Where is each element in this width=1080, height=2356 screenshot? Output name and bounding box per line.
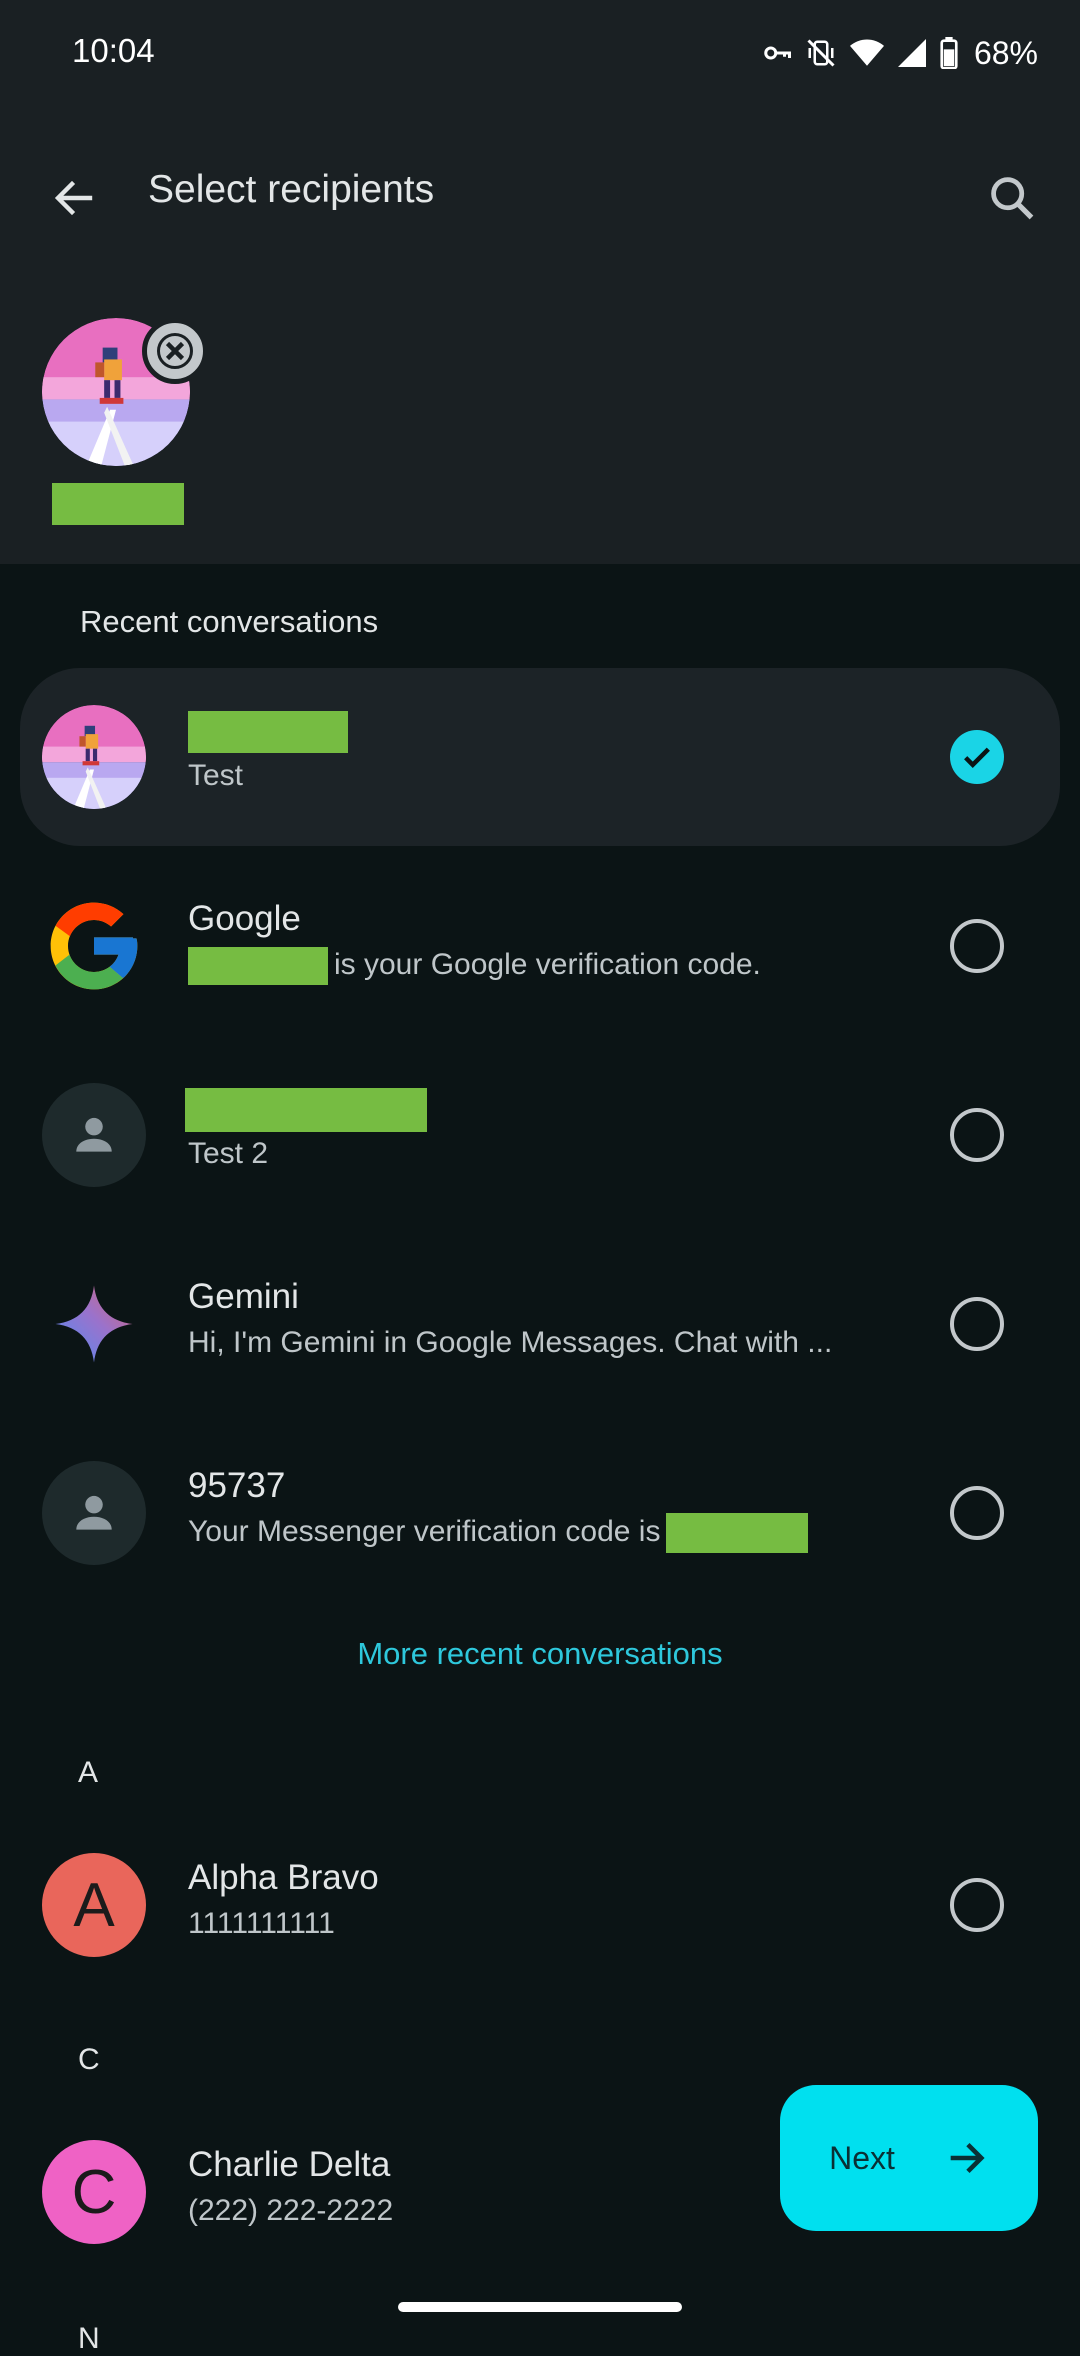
row-text: Gemini Hi, I'm Gemini in Google Messages… [188, 1273, 900, 1365]
avatar-initial: A [73, 1870, 115, 1940]
section-letter-n: N [78, 2322, 100, 2355]
search-icon [991, 177, 1034, 220]
remove-recipient-button[interactable] [142, 318, 208, 384]
redacted-name [185, 1087, 427, 1132]
message-preview: Hi, I'm Gemini in Google Messages. Chat … [188, 1326, 833, 1359]
close-icon [157, 333, 193, 369]
row-text: Alpha Bravo 1111111111 [188, 1854, 900, 1946]
avatar [42, 705, 146, 809]
conversation-row[interactable]: 95737 Your Messenger verification code i… [20, 1424, 1060, 1602]
contact-name: Google [188, 899, 301, 938]
avatar-initial: C [71, 2157, 117, 2227]
section-letter-a: A [78, 1756, 99, 1789]
google-logo [42, 894, 146, 998]
redacted-name [188, 710, 348, 753]
selection-checkbox[interactable] [950, 1878, 1004, 1932]
header-area: 10:04 68% Select recipients [0, 0, 1080, 564]
section-title-recent: Recent conversations [80, 604, 379, 639]
avatar [42, 1461, 146, 1565]
redacted-code [666, 1513, 809, 1554]
person-icon [76, 1495, 112, 1530]
person-icon [76, 1117, 112, 1152]
wifi-icon [849, 39, 884, 66]
page-title: Select recipients [148, 168, 435, 211]
gemini-logo [42, 1272, 146, 1376]
section-letter-c: C [78, 2043, 100, 2076]
avatar: A [42, 1853, 146, 1957]
back-button[interactable] [36, 160, 112, 236]
signal-icon [897, 39, 926, 67]
selection-checkbox[interactable] [950, 919, 1004, 973]
battery-percent: 68% [973, 34, 1038, 71]
contact-name [188, 706, 900, 754]
row-text: 95737 Your Messenger verification code i… [188, 1462, 900, 1554]
more-recent-conversations-link[interactable]: More recent conversations [0, 1636, 1080, 1672]
selection-checkbox[interactable] [950, 1108, 1004, 1162]
message-preview: Test [188, 759, 244, 792]
contact-row[interactable]: A Alpha Bravo 1111111111 [20, 1816, 1060, 1994]
conversation-row[interactable]: Gemini Hi, I'm Gemini in Google Messages… [20, 1235, 1060, 1413]
check-icon [964, 747, 990, 768]
redacted-name [52, 483, 184, 525]
selected-recipient-chip[interactable] [42, 318, 212, 528]
arrow-forward-icon [950, 2142, 985, 2174]
battery-icon [940, 37, 958, 69]
next-button[interactable]: Next [780, 2085, 1038, 2231]
next-label: Next [829, 2139, 895, 2176]
status-time: 10:04 [72, 32, 155, 69]
vibrate-off-icon [807, 39, 835, 67]
conversation-row[interactable]: Test 2 [20, 1046, 1060, 1224]
conversation-row[interactable]: Google is your Google verification code. [20, 857, 1060, 1035]
message-preview: Test 2 [188, 1137, 269, 1170]
selection-checkbox[interactable] [950, 1297, 1004, 1351]
arrow-back-icon [54, 180, 93, 216]
message-preview: is your Google verification code. [334, 948, 761, 981]
home-indicator[interactable] [398, 2302, 682, 2312]
row-text: Test 2 [185, 1084, 900, 1176]
redacted-code [188, 947, 328, 986]
contact-name [185, 1084, 900, 1132]
row-text: Test [188, 706, 900, 798]
avatar [42, 1083, 146, 1187]
contact-name: Alpha Bravo [188, 1858, 379, 1897]
status-icons: 68% [762, 30, 1038, 76]
message-preview-row: Your Messenger verification code is [188, 1510, 900, 1554]
status-bar: 10:04 68% [0, 0, 1080, 110]
contact-number: 1111111111 [188, 1907, 335, 1940]
selection-checkbox[interactable] [950, 1486, 1004, 1540]
message-preview: Your Messenger verification code is [188, 1515, 661, 1548]
contact-name: 95737 [188, 1466, 286, 1505]
row-text: Google is your Google verification code. [188, 895, 900, 987]
search-button[interactable] [972, 158, 1052, 238]
contact-name: Gemini [188, 1277, 299, 1316]
selection-checkbox[interactable] [950, 730, 1004, 784]
avatar: C [42, 2140, 146, 2244]
vpn-key-icon [764, 46, 791, 60]
app-bar: Select recipients [0, 140, 1080, 250]
conversation-row[interactable]: Test [20, 668, 1060, 846]
message-preview-row: is your Google verification code. [188, 943, 900, 987]
